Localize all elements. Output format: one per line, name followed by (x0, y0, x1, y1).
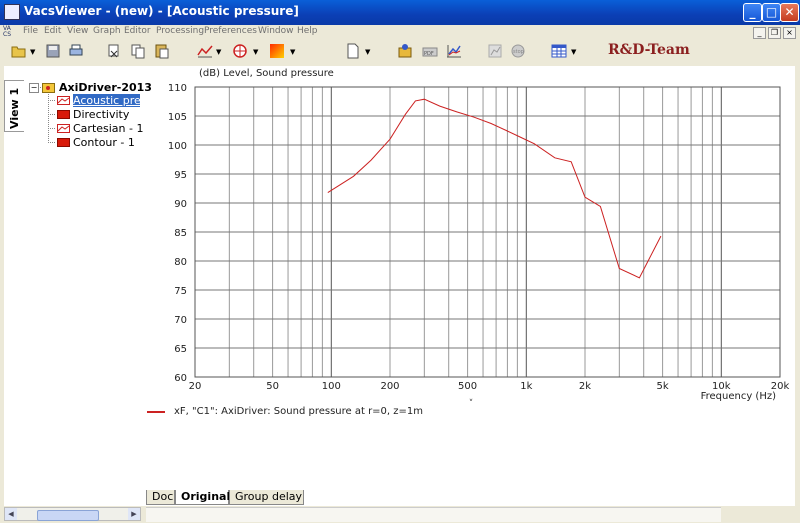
tab-doc[interactable]: Doc (146, 490, 175, 505)
svg-text:stop: stop (513, 49, 524, 55)
tree-item-directivity[interactable]: Directivity (73, 108, 129, 121)
print-icon[interactable] (68, 43, 84, 59)
menu-preferences[interactable]: Preferences (204, 26, 257, 36)
brand-label: R&D-Team (608, 42, 690, 58)
scroll-right-icon[interactable]: ▶ (128, 508, 140, 520)
chart-settings-icon[interactable] (446, 43, 462, 59)
table-icon[interactable] (551, 43, 567, 59)
line-graph-icon (57, 96, 70, 105)
contour-icon (57, 138, 70, 147)
menu-edit[interactable]: Edit (44, 26, 61, 36)
paste-icon[interactable] (154, 43, 170, 59)
new-document-icon[interactable] (345, 43, 361, 59)
close-button[interactable]: ✕ (780, 3, 799, 22)
save-icon[interactable] (45, 43, 61, 59)
menu-bar: VA CS File Edit View Graph Editor Process… (0, 25, 800, 39)
tree-item-cartesian[interactable]: Cartesian - 1 (73, 122, 144, 135)
contour-dropdown-icon[interactable]: ▼ (290, 48, 295, 56)
polar-dropdown-icon[interactable]: ▼ (253, 48, 258, 56)
scroll-left-icon[interactable]: ◀ (5, 508, 17, 520)
line-graph-dropdown-icon[interactable]: ▼ (216, 48, 221, 56)
legend-entry: xF, "C1": AxiDriver: Sound pressure at r… (174, 406, 424, 417)
menu-file[interactable]: File (23, 26, 38, 36)
maximize-button[interactable]: □ (762, 3, 781, 22)
minimize-button[interactable]: _ (743, 3, 762, 22)
view-tab-label: View 1 (8, 87, 21, 129)
scroll-thumb[interactable] (37, 510, 99, 521)
tab-view-1[interactable]: View 1 (4, 80, 24, 132)
line-graph-icon (57, 124, 70, 133)
menu-graph[interactable]: Graph (93, 26, 121, 36)
open-dropdown-icon[interactable]: ▼ (30, 48, 35, 56)
mdi-document-icon[interactable]: VA CS (3, 26, 15, 38)
cut-icon[interactable] (106, 43, 122, 59)
export-icon[interactable]: PDF (422, 43, 438, 59)
title-bar: VacsViewer - (new) - [Acoustic pressure]… (0, 0, 800, 25)
calculator-disabled-icon[interactable] (487, 43, 503, 59)
new-document-dropdown-icon[interactable]: ▼ (365, 48, 370, 56)
y-axis-title: (dB) Level, Sound pressure (199, 68, 334, 79)
graph-horizontal-scrollbar[interactable] (146, 507, 721, 522)
copy-icon[interactable] (130, 43, 146, 59)
tree-horizontal-scrollbar[interactable]: ◀ ▶ (4, 507, 141, 521)
project-tree: AxiDriver-2013 Acoustic pres Directivity… (28, 80, 152, 156)
contour-icon (57, 110, 70, 119)
tree-item-contour[interactable]: Contour - 1 (73, 136, 135, 149)
app-icon[interactable] (4, 4, 20, 20)
mdi-minimize-button[interactable]: _ (753, 27, 766, 39)
menu-view[interactable]: View (67, 26, 88, 36)
tab-group-delay[interactable]: Group delay (229, 490, 304, 505)
legend-swatch (147, 411, 165, 413)
menu-editor[interactable]: Editor (124, 26, 151, 36)
svg-text:PDF: PDF (424, 51, 434, 57)
tree-root[interactable]: AxiDriver-2013 (59, 81, 152, 94)
tree-item-acoustic-pressure[interactable]: Acoustic pres (73, 94, 140, 107)
menu-window[interactable]: Window (258, 26, 294, 36)
mdi-restore-button[interactable]: ❐ (768, 27, 781, 39)
polar-graph-icon[interactable] (232, 43, 248, 59)
contour-graph-icon[interactable] (269, 43, 285, 59)
import-icon[interactable] (397, 43, 413, 59)
menu-processing[interactable]: Processing (156, 26, 204, 36)
mdi-close-button[interactable]: × (783, 27, 796, 39)
stop-disabled-icon[interactable]: stop (510, 43, 526, 59)
line-graph-icon[interactable] (197, 43, 213, 59)
tab-original[interactable]: Original (175, 490, 230, 505)
menu-help[interactable]: Help (297, 26, 318, 36)
table-dropdown-icon[interactable]: ▼ (571, 48, 576, 56)
open-folder-icon[interactable] (11, 43, 27, 59)
project-folder-icon (42, 83, 55, 93)
window-title: VacsViewer - (new) - [Acoustic pressure] (24, 4, 299, 18)
